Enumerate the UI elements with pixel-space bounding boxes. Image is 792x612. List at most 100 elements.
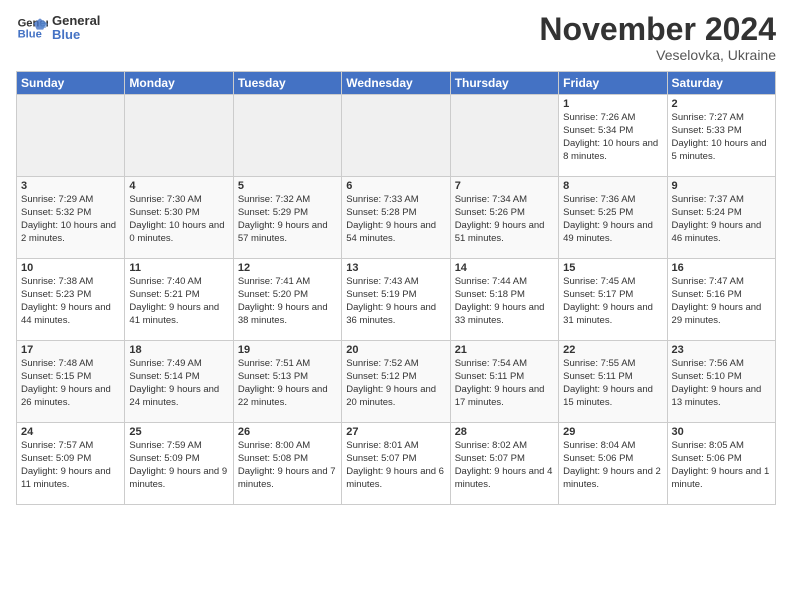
table-row xyxy=(17,95,125,177)
table-row: 23 Sunrise: 7:56 AMSunset: 5:10 PMDayligh… xyxy=(667,341,775,423)
logo-icon: General Blue xyxy=(16,12,48,44)
table-row: 26 Sunrise: 8:00 AMSunset: 5:08 PMDayligh… xyxy=(233,423,341,505)
table-row: 3Sunrise: 7:29 AMSunset: 5:32 PMDaylight… xyxy=(17,177,125,259)
table-row: 4 Sunrise: 7:30 AMSunset: 5:30 PMDaylight… xyxy=(125,177,233,259)
day-number: 30 xyxy=(672,426,771,438)
day-number: 29 xyxy=(563,426,662,438)
day-number: 26 xyxy=(238,426,337,438)
table-row: 28Sunrise: 8:02 AMSunset: 5:07 PMDayligh… xyxy=(450,423,558,505)
col-sunday: Sunday xyxy=(17,72,125,95)
table-row: 9 Sunrise: 7:37 AMSunset: 5:24 PMDaylight… xyxy=(667,177,775,259)
col-friday: Friday xyxy=(559,72,667,95)
svg-text:Blue: Blue xyxy=(18,29,42,41)
table-row xyxy=(125,95,233,177)
day-number: 15 xyxy=(563,262,662,274)
day-number: 4 xyxy=(129,180,228,192)
table-row: 22Sunrise: 7:55 AMSunset: 5:11 PMDayligh… xyxy=(559,341,667,423)
table-row: 15 Sunrise: 7:45 AMSunset: 5:17 PMDayligh… xyxy=(559,259,667,341)
day-number: 2 xyxy=(672,98,771,110)
table-row xyxy=(233,95,341,177)
day-info: Sunrise: 7:33 AMSunset: 5:28 PMDaylight:… xyxy=(346,194,445,245)
table-row: 20 Sunrise: 7:52 AMSunset: 5:12 PMDayligh… xyxy=(342,341,450,423)
day-number: 27 xyxy=(346,426,445,438)
day-info: Sunrise: 8:04 AMSunset: 5:06 PMDaylight:… xyxy=(563,440,662,491)
day-info: Sunrise: 7:45 AMSunset: 5:17 PMDaylight:… xyxy=(563,276,662,327)
table-row: 12 Sunrise: 7:41 AMSunset: 5:20 PMDayligh… xyxy=(233,259,341,341)
col-tuesday: Tuesday xyxy=(233,72,341,95)
day-number: 13 xyxy=(346,262,445,274)
day-number: 17 xyxy=(21,344,120,356)
table-row: 18 Sunrise: 7:49 AMSunset: 5:14 PMDayligh… xyxy=(125,341,233,423)
calendar: Sunday Monday Tuesday Wednesday Thursday… xyxy=(16,71,776,505)
day-info: Sunrise: 7:44 AMSunset: 5:18 PMDaylight:… xyxy=(455,276,554,327)
day-info: Sunrise: 7:36 AMSunset: 5:25 PMDaylight:… xyxy=(563,194,662,245)
table-row: 11 Sunrise: 7:40 AMSunset: 5:21 PMDayligh… xyxy=(125,259,233,341)
day-info: Sunrise: 7:32 AMSunset: 5:29 PMDaylight:… xyxy=(238,194,337,245)
day-number: 6 xyxy=(346,180,445,192)
table-row: 14 Sunrise: 7:44 AMSunset: 5:18 PMDayligh… xyxy=(450,259,558,341)
day-number: 9 xyxy=(672,180,771,192)
header: General Blue General Blue November 2024 … xyxy=(16,12,776,63)
day-info: Sunrise: 7:38 AMSunset: 5:23 PMDaylight:… xyxy=(21,276,120,327)
day-info: Sunrise: 8:00 AMSunset: 5:08 PMDaylight:… xyxy=(238,440,337,491)
calendar-week-5: 24Sunrise: 7:57 AMSunset: 5:09 PMDayligh… xyxy=(17,423,776,505)
day-number: 25 xyxy=(129,426,228,438)
day-number: 21 xyxy=(455,344,554,356)
table-row: 17 Sunrise: 7:48 AMSunset: 5:15 PMDayligh… xyxy=(17,341,125,423)
logo-line1: General xyxy=(52,14,100,28)
month-title: November 2024 xyxy=(539,12,776,47)
table-row: 7 Sunrise: 7:34 AMSunset: 5:26 PMDaylight… xyxy=(450,177,558,259)
col-thursday: Thursday xyxy=(450,72,558,95)
day-info: Sunrise: 7:34 AMSunset: 5:26 PMDaylight:… xyxy=(455,194,554,245)
col-saturday: Saturday xyxy=(667,72,775,95)
day-number: 18 xyxy=(129,344,228,356)
table-row: 13 Sunrise: 7:43 AMSunset: 5:19 PMDayligh… xyxy=(342,259,450,341)
day-info: Sunrise: 7:52 AMSunset: 5:12 PMDaylight:… xyxy=(346,358,445,409)
table-row: 8 Sunrise: 7:36 AMSunset: 5:25 PMDaylight… xyxy=(559,177,667,259)
day-number: 10 xyxy=(21,262,120,274)
day-number: 28 xyxy=(455,426,554,438)
table-row: 30 Sunrise: 8:05 AMSunset: 5:06 PMDayligh… xyxy=(667,423,775,505)
day-number: 8 xyxy=(563,180,662,192)
table-row: 6 Sunrise: 7:33 AMSunset: 5:28 PMDaylight… xyxy=(342,177,450,259)
logo-line2: Blue xyxy=(52,28,100,42)
table-row: 19 Sunrise: 7:51 AMSunset: 5:13 PMDayligh… xyxy=(233,341,341,423)
day-info: Sunrise: 8:01 AMSunset: 5:07 PMDaylight:… xyxy=(346,440,445,491)
day-number: 14 xyxy=(455,262,554,274)
page: General Blue General Blue November 2024 … xyxy=(0,0,792,612)
day-number: 11 xyxy=(129,262,228,274)
day-number: 24 xyxy=(21,426,120,438)
day-number: 12 xyxy=(238,262,337,274)
day-info: Sunrise: 8:05 AMSunset: 5:06 PMDaylight:… xyxy=(672,440,771,491)
day-info: Sunrise: 7:30 AMSunset: 5:30 PMDaylight:… xyxy=(129,194,228,245)
day-info: Sunrise: 7:47 AMSunset: 5:16 PMDaylight:… xyxy=(672,276,771,327)
table-row: 5Sunrise: 7:32 AMSunset: 5:29 PMDaylight… xyxy=(233,177,341,259)
day-info: Sunrise: 7:26 AMSunset: 5:34 PMDaylight:… xyxy=(563,112,662,163)
title-block: November 2024 Veselovka, Ukraine xyxy=(539,12,776,63)
day-info: Sunrise: 7:37 AMSunset: 5:24 PMDaylight:… xyxy=(672,194,771,245)
table-row: 10 Sunrise: 7:38 AMSunset: 5:23 PMDayligh… xyxy=(17,259,125,341)
calendar-week-4: 17 Sunrise: 7:48 AMSunset: 5:15 PMDayligh… xyxy=(17,341,776,423)
day-info: Sunrise: 7:40 AMSunset: 5:21 PMDaylight:… xyxy=(129,276,228,327)
day-number: 20 xyxy=(346,344,445,356)
day-info: Sunrise: 7:49 AMSunset: 5:14 PMDaylight:… xyxy=(129,358,228,409)
day-number: 1 xyxy=(563,98,662,110)
calendar-week-1: 1 Sunrise: 7:26 AMSunset: 5:34 PMDaylight… xyxy=(17,95,776,177)
day-info: Sunrise: 7:51 AMSunset: 5:13 PMDaylight:… xyxy=(238,358,337,409)
logo: General Blue General Blue xyxy=(16,12,100,44)
table-row: 2Sunrise: 7:27 AMSunset: 5:33 PMDaylight… xyxy=(667,95,775,177)
day-number: 19 xyxy=(238,344,337,356)
day-info: Sunrise: 7:59 AMSunset: 5:09 PMDaylight:… xyxy=(129,440,228,491)
day-info: Sunrise: 7:43 AMSunset: 5:19 PMDaylight:… xyxy=(346,276,445,327)
table-row: 24Sunrise: 7:57 AMSunset: 5:09 PMDayligh… xyxy=(17,423,125,505)
day-info: Sunrise: 7:41 AMSunset: 5:20 PMDaylight:… xyxy=(238,276,337,327)
day-number: 23 xyxy=(672,344,771,356)
table-row: 29 Sunrise: 8:04 AMSunset: 5:06 PMDayligh… xyxy=(559,423,667,505)
col-wednesday: Wednesday xyxy=(342,72,450,95)
day-info: Sunrise: 7:29 AMSunset: 5:32 PMDaylight:… xyxy=(21,194,120,245)
day-info: Sunrise: 7:56 AMSunset: 5:10 PMDaylight:… xyxy=(672,358,771,409)
day-info: Sunrise: 7:54 AMSunset: 5:11 PMDaylight:… xyxy=(455,358,554,409)
day-number: 7 xyxy=(455,180,554,192)
day-info: Sunrise: 7:48 AMSunset: 5:15 PMDaylight:… xyxy=(21,358,120,409)
day-info: Sunrise: 7:55 AMSunset: 5:11 PMDaylight:… xyxy=(563,358,662,409)
